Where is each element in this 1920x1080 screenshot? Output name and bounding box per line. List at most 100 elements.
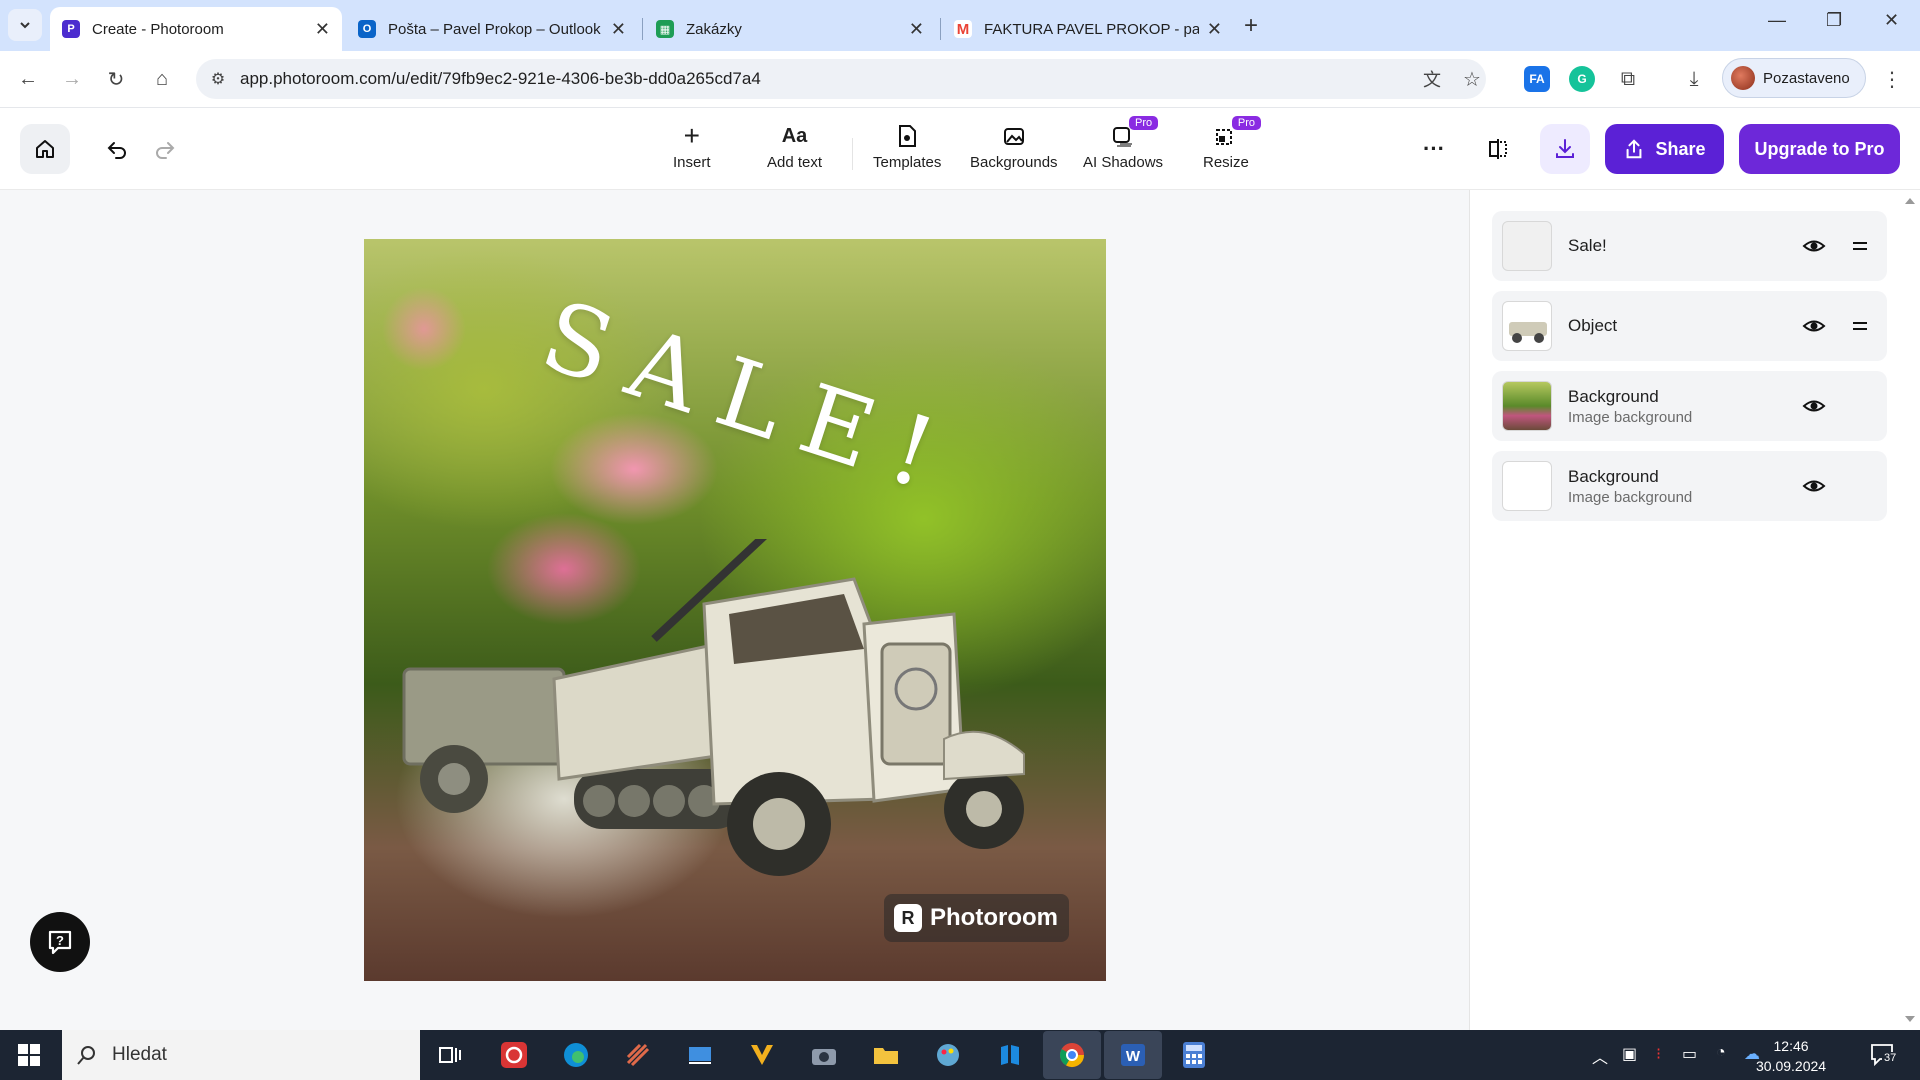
- new-tab-button[interactable]: +: [1244, 12, 1258, 40]
- chrome-icon[interactable]: [1043, 1031, 1101, 1079]
- app-red-icon[interactable]: [496, 1038, 532, 1072]
- redo-button[interactable]: [148, 132, 182, 166]
- site-settings-icon[interactable]: ⚙: [204, 65, 232, 93]
- editor-home-button[interactable]: [20, 124, 70, 174]
- layer-name: Object: [1568, 316, 1618, 335]
- drag-handle-icon[interactable]: [1850, 236, 1870, 256]
- layer-thumbnail: [1502, 221, 1552, 271]
- undo-icon: [107, 142, 126, 159]
- resize-button[interactable]: Pro Resize: [1203, 116, 1262, 171]
- tray-wifi-icon[interactable]: ◔: [1716, 1044, 1726, 1062]
- eye-icon[interactable]: [1802, 474, 1826, 498]
- app-paint-icon[interactable]: [930, 1038, 966, 1072]
- windows-start-icon[interactable]: [18, 1044, 40, 1066]
- clock-time: 12:46: [1773, 1038, 1809, 1054]
- download-button[interactable]: [1540, 124, 1590, 174]
- templates-icon: [896, 122, 918, 150]
- design-canvas[interactable]: SALE! R Photoroom: [364, 239, 1106, 981]
- drag-handle-icon[interactable]: [1850, 316, 1870, 336]
- ai-shadows-button[interactable]: Pro AI Shadows: [1083, 116, 1163, 171]
- upgrade-to-pro-button[interactable]: Upgrade to Pro: [1739, 124, 1900, 174]
- extension-fa-icon[interactable]: FA: [1524, 66, 1550, 92]
- close-icon[interactable]: ✕: [1207, 19, 1222, 40]
- backgrounds-button[interactable]: Backgrounds: [970, 122, 1058, 171]
- notification-center-button[interactable]: 37: [1870, 1042, 1899, 1068]
- app-blue-icon[interactable]: [682, 1038, 718, 1072]
- download-icon: [1556, 139, 1574, 158]
- sale-text-layer[interactable]: SALE!: [529, 279, 970, 518]
- eye-icon[interactable]: [1802, 234, 1826, 258]
- layer-name: Background: [1568, 387, 1659, 406]
- restore-icon[interactable]: ❐: [1826, 10, 1842, 31]
- edge-icon[interactable]: [558, 1038, 594, 1072]
- taskbar-search-box[interactable]: Hledat: [62, 1030, 420, 1080]
- address-bar[interactable]: ⚙ app.photoroom.com/u/edit/79fb9ec2-921e…: [196, 59, 1486, 99]
- insert-button[interactable]: + Insert: [673, 120, 711, 171]
- task-view-icon[interactable]: [432, 1038, 468, 1072]
- chrome-menu-icon[interactable]: ⋮: [1878, 65, 1906, 93]
- home-icon[interactable]: ⌂: [148, 65, 176, 93]
- tab-zakazky[interactable]: ▦ Zakázky ✕: [644, 7, 936, 51]
- add-text-button[interactable]: Aa Add text: [767, 122, 822, 172]
- redo-icon: [156, 142, 175, 159]
- layer-name: Background: [1568, 467, 1659, 486]
- translate-icon[interactable]: 文: [1418, 65, 1446, 93]
- camera-icon[interactable]: [806, 1038, 842, 1072]
- layer-row-background-image[interactable]: Background Image background: [1492, 371, 1887, 441]
- tray-alert-icon[interactable]: ⁝: [1656, 1044, 1661, 1064]
- extensions-puzzle-icon[interactable]: ⧉: [1614, 65, 1642, 93]
- calculator-icon[interactable]: [1176, 1038, 1212, 1072]
- layer-thumbnail: [1502, 381, 1552, 431]
- file-explorer-icon[interactable]: [868, 1038, 904, 1072]
- downloads-icon[interactable]: ⤓: [1680, 65, 1708, 93]
- minimize-icon[interactable]: —: [1768, 10, 1786, 31]
- close-icon[interactable]: ✕: [315, 19, 330, 40]
- templates-button[interactable]: Templates: [873, 122, 941, 171]
- close-icon[interactable]: ✕: [909, 19, 924, 40]
- close-icon[interactable]: ✕: [611, 19, 626, 40]
- taskbar-clock[interactable]: 12:46 30.09.2024: [1756, 1036, 1826, 1076]
- layer-row-sale[interactable]: Sale!: [1492, 211, 1887, 281]
- svg-text:?: ?: [56, 933, 64, 948]
- home-icon: [36, 140, 54, 158]
- layer-thumbnail: [1502, 461, 1552, 511]
- grammarly-icon[interactable]: G: [1569, 66, 1595, 92]
- eye-icon[interactable]: [1802, 314, 1826, 338]
- sheets-icon: ▦: [656, 20, 674, 38]
- tab-title: FAKTURA PAVEL PROKOP - pav: [984, 20, 1199, 38]
- app-v-icon[interactable]: [744, 1038, 780, 1072]
- tab-outlook[interactable]: O Pošta – Pavel Prokop – Outlook ✕: [346, 7, 638, 51]
- back-icon[interactable]: ←: [14, 65, 42, 93]
- tab-search-button[interactable]: [8, 9, 42, 41]
- help-button[interactable]: ?: [30, 912, 90, 972]
- eye-icon[interactable]: [1802, 394, 1826, 418]
- tray-battery-icon[interactable]: ▭: [1682, 1044, 1697, 1064]
- forward-icon[interactable]: →: [58, 65, 86, 93]
- chevron-down-icon: [20, 22, 30, 29]
- tray-network-shield-icon[interactable]: ▣: [1622, 1044, 1637, 1064]
- profile-button[interactable]: Pozastaveno: [1722, 58, 1866, 98]
- outlook-icon: O: [358, 20, 376, 38]
- tray-chevron-up-icon[interactable]: ︿: [1592, 1044, 1608, 1068]
- backgrounds-icon: [1002, 122, 1026, 150]
- layer-row-object[interactable]: Object: [1492, 291, 1887, 361]
- share-button[interactable]: Share: [1605, 124, 1724, 174]
- tab-photoroom[interactable]: P Create - Photoroom ✕: [50, 7, 342, 51]
- photoroom-watermark: R Photoroom: [884, 894, 1069, 942]
- tab-gmail[interactable]: M FAKTURA PAVEL PROKOP - pav ✕: [942, 7, 1234, 51]
- layer-row-background-white[interactable]: Background Image background: [1492, 451, 1887, 521]
- reload-icon[interactable]: ↻: [102, 65, 130, 93]
- browser-tab-strip: P Create - Photoroom ✕ O Pošta – Pavel P…: [0, 0, 1920, 51]
- more-options-icon[interactable]: ···: [1417, 132, 1451, 166]
- compare-button[interactable]: [1481, 132, 1515, 166]
- word-icon[interactable]: W: [1104, 1031, 1162, 1079]
- bookmark-star-icon[interactable]: ☆: [1458, 65, 1486, 93]
- tab-divider: [940, 18, 941, 40]
- pro-badge: Pro: [1231, 116, 1262, 130]
- avatar: [1731, 66, 1755, 90]
- app-stripes-icon[interactable]: [620, 1038, 656, 1072]
- undo-button[interactable]: [100, 132, 134, 166]
- app-n-icon[interactable]: [992, 1038, 1028, 1072]
- panel-scrollbar[interactable]: [1900, 190, 1920, 1030]
- window-close-icon[interactable]: ✕: [1884, 10, 1899, 31]
